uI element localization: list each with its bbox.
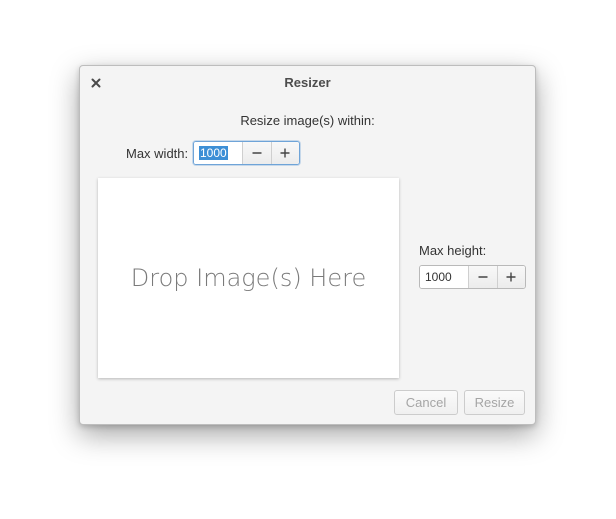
instructions-text: Resize image(s) within: [240, 113, 375, 128]
cancel-button[interactable]: Cancel [394, 390, 458, 415]
max-height-label: Max height: [419, 243, 487, 258]
max-width-input[interactable]: 1000 [194, 142, 242, 164]
max-width-decrement-button[interactable] [242, 142, 271, 164]
max-height-value: 1000 [425, 270, 452, 284]
resizer-dialog: Resizer Resize image(s) within: Max widt… [79, 65, 536, 425]
max-height-input[interactable]: 1000 [420, 266, 468, 288]
minus-icon [478, 276, 488, 278]
plus-icon [280, 148, 290, 158]
image-drop-zone[interactable]: Drop Image(s) Here [98, 178, 399, 378]
plus-icon [506, 272, 516, 282]
max-width-value: 1000 [199, 146, 228, 160]
max-height-spinbutton: 1000 [419, 265, 526, 289]
max-width-label: Max width: [126, 146, 189, 161]
max-width-spinbutton: 1000 [193, 141, 300, 165]
window-title: Resizer [284, 75, 331, 90]
max-height-increment-button[interactable] [496, 266, 525, 288]
drop-zone-text: Drop Image(s) Here [130, 264, 367, 292]
max-height-decrement-button[interactable] [468, 266, 497, 288]
minus-icon [252, 152, 262, 154]
resize-button[interactable]: Resize [464, 390, 525, 415]
max-width-increment-button[interactable] [270, 142, 299, 164]
title-bar: Resizer [80, 66, 535, 100]
